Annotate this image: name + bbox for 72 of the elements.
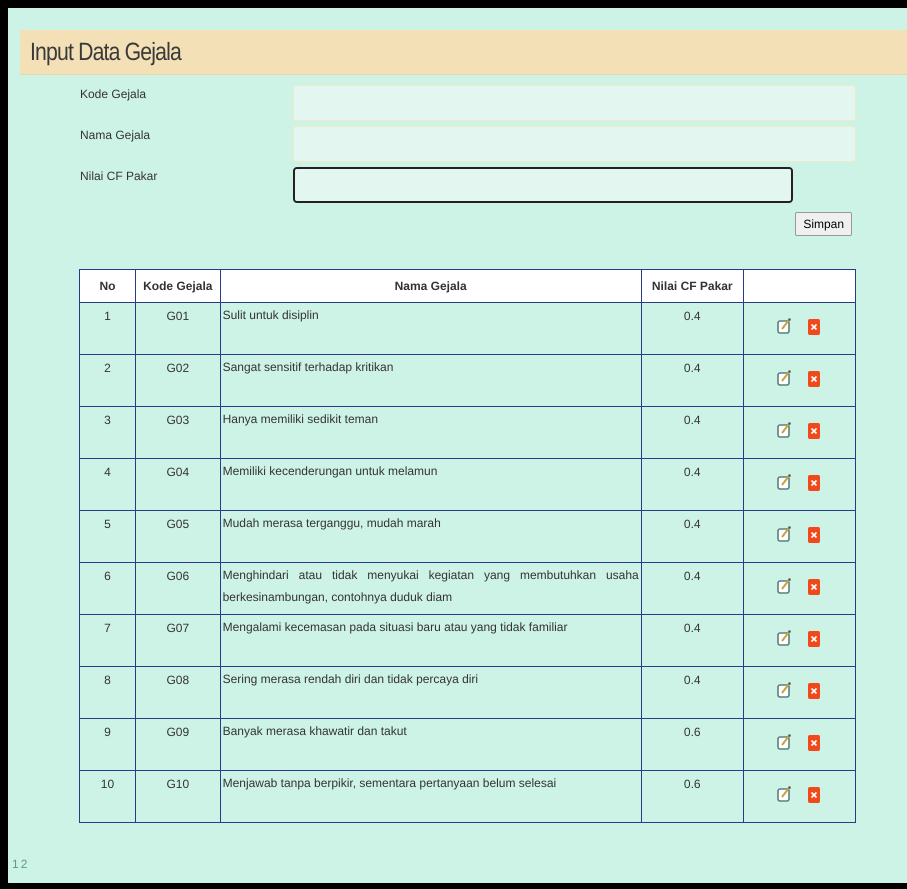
table-cell: Mengalami kecemasan pada situasi baru atau yang tidak familiar	[220, 614, 642, 666]
edit-icon[interactable]	[777, 525, 792, 543]
edit-icon[interactable]	[777, 421, 792, 439]
delete-icon[interactable]	[807, 681, 822, 699]
table-cell: 0.4	[641, 302, 744, 354]
table-cell: 0.6	[641, 718, 744, 770]
table-cell: Sulit untuk disiplin	[220, 302, 642, 354]
column-header: No	[80, 270, 136, 302]
table-cell: Menghindari atau tidak menyukai kegiatan yang membutuhkan usaha berkesinambungan, contohnya duduk diam	[220, 562, 642, 614]
edit-icon[interactable]	[777, 369, 792, 387]
table-cell: 0.4	[641, 666, 744, 718]
table-cell: 0.4	[641, 562, 744, 614]
edit-icon[interactable]	[777, 629, 792, 647]
table-cell: 3	[80, 406, 136, 458]
delete-icon[interactable]	[807, 629, 822, 647]
table-cell: Hanya memiliki sedikit teman	[220, 406, 642, 458]
table-cell: 4	[80, 458, 136, 510]
table-cell: 1	[80, 302, 136, 354]
table-cell: G01	[135, 302, 220, 354]
column-header: Nilai CF Pakar	[641, 270, 744, 302]
delete-icon[interactable]	[807, 577, 822, 595]
edit-icon[interactable]	[777, 785, 792, 803]
column-header: Nama Gejala	[220, 270, 642, 302]
input-field[interactable]	[293, 167, 793, 203]
table-cell: 9	[80, 718, 136, 770]
table-cell: G07	[135, 614, 220, 666]
table-cell: G02	[135, 354, 220, 406]
table-cell: Mudah merasa terganggu, mudah marah	[220, 510, 642, 562]
table-cell: 2	[80, 354, 136, 406]
table-cell: 0.4	[641, 614, 744, 666]
table-cell: 0.4	[641, 458, 744, 510]
save-button[interactable]: Simpan	[795, 212, 852, 236]
delete-icon[interactable]	[807, 369, 822, 387]
table-cell: 10	[80, 770, 136, 822]
table-cell: Menjawab tanpa berpikir, sementara pertanyaan belum selesai	[220, 770, 642, 822]
edit-icon[interactable]	[777, 733, 792, 751]
delete-icon[interactable]	[807, 473, 822, 491]
delete-icon[interactable]	[807, 317, 822, 335]
edit-icon[interactable]	[777, 681, 792, 699]
page-title: Input Data Gejala	[30, 38, 181, 66]
field-label: Nilai CF Pakar	[80, 168, 158, 185]
table-cell: G05	[135, 510, 220, 562]
table-cell: 8	[80, 666, 136, 718]
table-cell: Sering merasa rendah diri dan tidak percaya diri	[220, 666, 642, 718]
table-cell: 0.6	[641, 770, 744, 822]
edit-icon[interactable]	[777, 577, 792, 595]
table-cell: 0.4	[641, 510, 744, 562]
table-cell: 0.4	[641, 406, 744, 458]
table-cell: G08	[135, 666, 220, 718]
table-cell: Banyak merasa khawatir dan takut	[220, 718, 642, 770]
delete-icon[interactable]	[807, 421, 822, 439]
table-cell: Memiliki kecenderungan untuk melamun	[220, 458, 642, 510]
table-cell: G09	[135, 718, 220, 770]
table-cell: G06	[135, 562, 220, 614]
table-cell: 0.4	[641, 354, 744, 406]
table-cell: G03	[135, 406, 220, 458]
edit-icon[interactable]	[777, 317, 792, 335]
table-cell: 5	[80, 510, 136, 562]
table-cell: 6	[80, 562, 136, 614]
table-cell: G04	[135, 458, 220, 510]
delete-icon[interactable]	[807, 525, 822, 543]
table-cell: G10	[135, 770, 220, 822]
table-cell: 7	[80, 614, 136, 666]
column-header: Kode Gejala	[135, 270, 220, 302]
field-label: Nama Gejala	[80, 127, 152, 144]
edit-icon[interactable]	[777, 473, 792, 491]
table-cell: Sangat sensitif terhadap kritikan	[220, 354, 642, 406]
delete-icon[interactable]	[807, 733, 822, 751]
page-link[interactable]: 2	[20, 857, 28, 871]
field-label: Kode Gejala	[80, 86, 148, 103]
page-link[interactable]: 1	[12, 857, 19, 871]
delete-icon[interactable]	[807, 785, 822, 803]
